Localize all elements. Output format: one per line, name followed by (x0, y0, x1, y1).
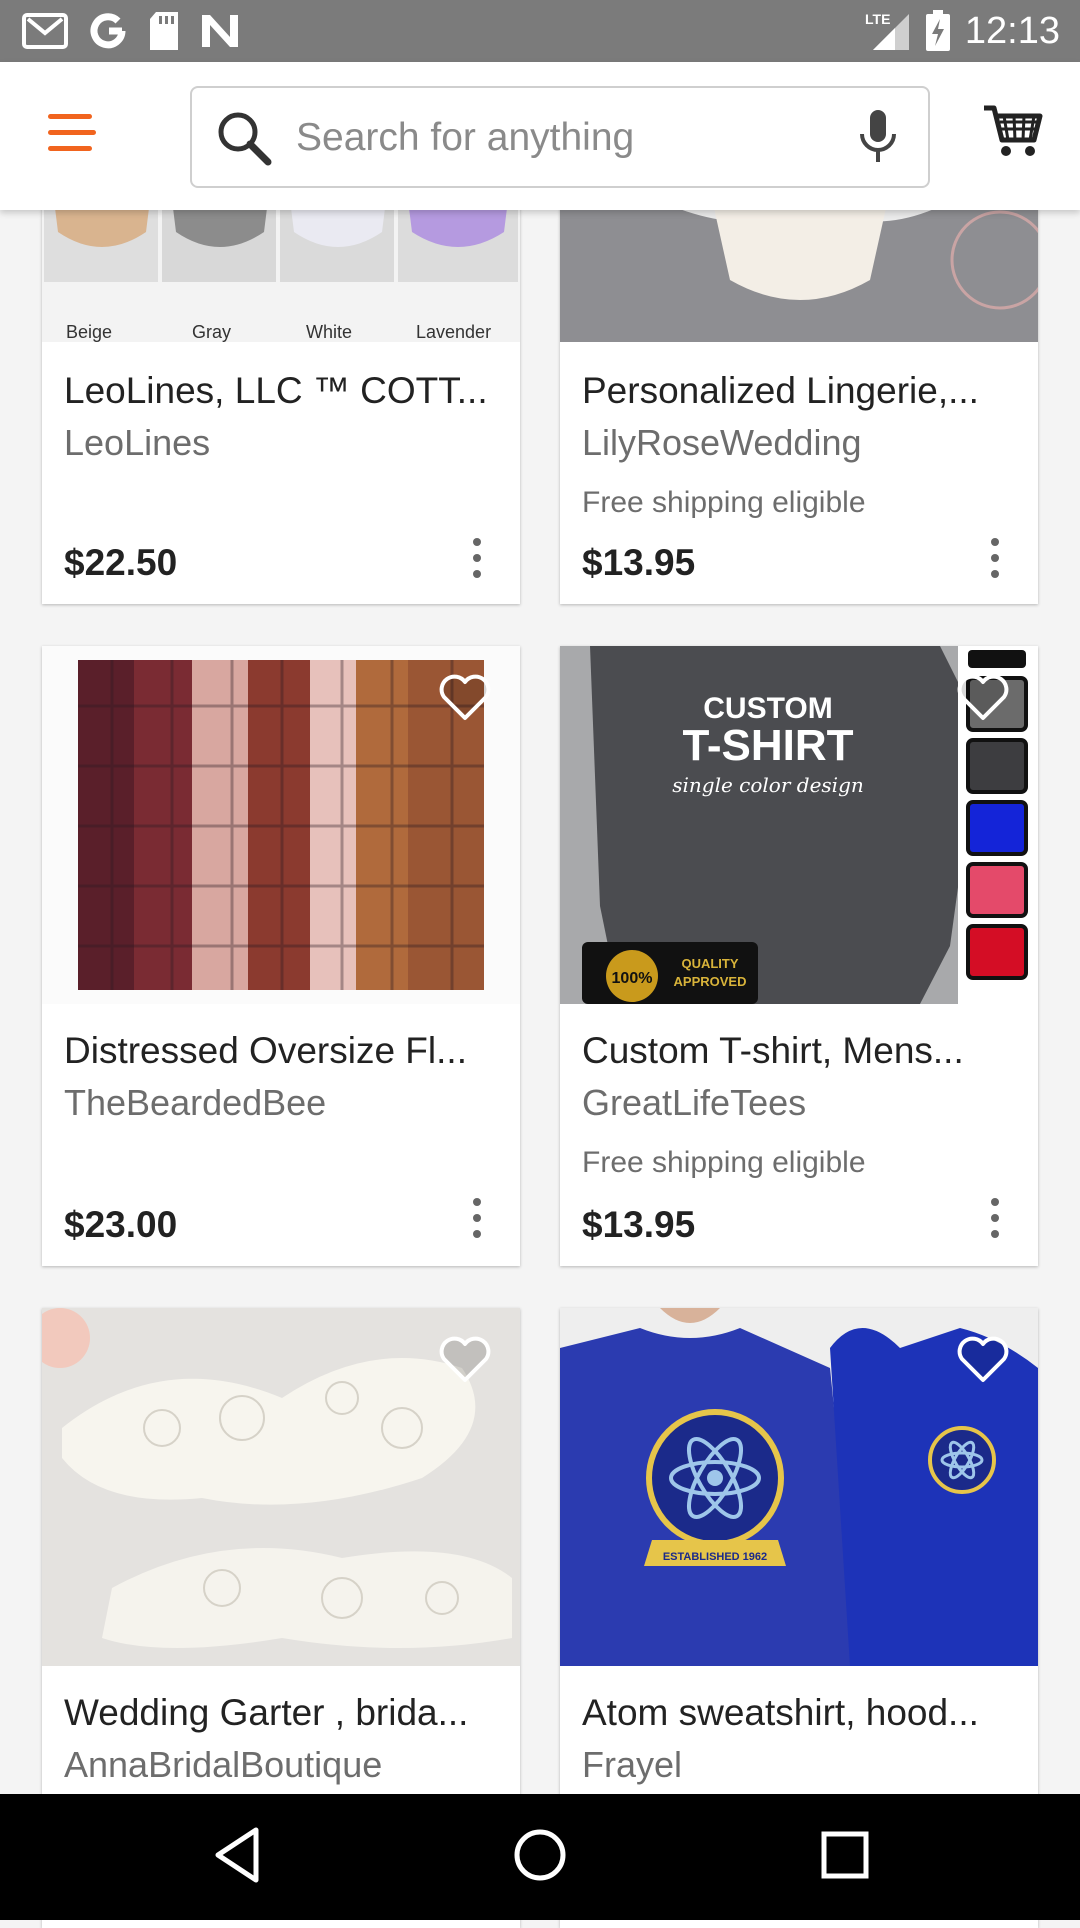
listing-card[interactable]: Beige Gray White Lavender LeoLines, LLC … (42, 170, 520, 604)
more-options-icon[interactable] (988, 538, 1002, 578)
gmail-icon (22, 13, 68, 49)
svg-text:LTE: LTE (865, 11, 890, 27)
favorite-heart-icon[interactable] (956, 674, 1010, 722)
listing-title[interactable]: Wedding Garter , brida... (64, 1692, 504, 1734)
recents-icon[interactable] (820, 1826, 870, 1884)
svg-text:White: White (306, 322, 352, 342)
search-icon (218, 112, 272, 166)
signal-icon: LTE (865, 11, 909, 50)
shipping-note: Free shipping eligible (582, 486, 866, 519)
battery-charging-icon (925, 10, 950, 51)
shop-name: AnnaBridalBoutique (64, 1744, 383, 1785)
shipping-note: Free shipping eligible (582, 1146, 866, 1179)
google-icon (90, 13, 126, 49)
system-navigation-bar (0, 1794, 1080, 1920)
notification-icons (22, 10, 240, 52)
hamburger-menu-icon[interactable] (44, 110, 104, 158)
app-bar (0, 62, 1080, 210)
microphone-icon[interactable] (858, 108, 898, 168)
listing-title[interactable]: Atom sweatshirt, hood... (582, 1692, 1022, 1734)
listing-price: $13.95 (582, 1204, 696, 1245)
svg-text:Gray: Gray (192, 322, 231, 342)
listing-title[interactable]: Distressed Oversize Fl... (64, 1030, 504, 1072)
svg-text:QUALITY: QUALITY (681, 956, 738, 971)
shopping-cart-icon[interactable] (982, 102, 1044, 160)
listing-price: $23.00 (64, 1204, 178, 1245)
sd-card-icon (150, 12, 178, 50)
listing-image[interactable] (42, 646, 520, 1004)
listing-title[interactable]: LeoLines, LLC ™ COTT... (64, 370, 504, 412)
shop-name: LilyRoseWedding (582, 422, 862, 463)
svg-text:APPROVED: APPROVED (674, 974, 747, 989)
status-bar: LTE 12:13 (0, 0, 1080, 62)
listing-card[interactable]: Personalized Lingerie,... LilyRoseWeddin… (560, 170, 1038, 604)
svg-text:ESTABLISHED 1962: ESTABLISHED 1962 (663, 1551, 767, 1563)
svg-text:100%: 100% (612, 970, 653, 987)
more-options-icon[interactable] (470, 1198, 484, 1238)
svg-text:Beige: Beige (66, 322, 112, 342)
shop-name: TheBeardedBee (64, 1082, 327, 1123)
listing-price: $13.95 (582, 542, 696, 583)
clock: 12:13 (964, 9, 1060, 52)
listing-image[interactable] (42, 1308, 520, 1666)
more-options-icon[interactable] (470, 538, 484, 578)
listing-title[interactable]: Custom T-shirt, Mens... (582, 1030, 1022, 1072)
n-icon (202, 15, 238, 47)
svg-text:single color design: single color design (672, 773, 864, 797)
svg-text:Lavender: Lavender (416, 322, 491, 342)
search-input[interactable] (294, 102, 818, 174)
shop-name: LeoLines (64, 422, 211, 463)
listing-image[interactable]: ESTABLISHED 1962 (560, 1308, 1038, 1666)
home-icon[interactable] (512, 1826, 568, 1884)
favorite-heart-icon[interactable] (438, 1336, 492, 1384)
listing-card[interactable]: Distressed Oversize Fl... TheBeardedBee … (42, 646, 520, 1266)
shop-name: Frayel (582, 1744, 683, 1785)
listing-title[interactable]: Personalized Lingerie,... (582, 370, 1022, 412)
listing-card[interactable]: CUSTOM T-SHIRT single color design 100% … (560, 646, 1038, 1266)
svg-text:T-SHIRT: T-SHIRT (682, 721, 853, 770)
search-bar[interactable] (190, 86, 930, 188)
back-icon[interactable] (212, 1826, 262, 1884)
favorite-heart-icon[interactable] (438, 674, 492, 722)
system-icons: LTE 12:13 (865, 8, 1060, 54)
shop-name: GreatLifeTees (582, 1082, 807, 1123)
listing-image[interactable]: CUSTOM T-SHIRT single color design 100% … (560, 646, 1038, 1004)
listing-price: $22.50 (64, 542, 178, 583)
more-options-icon[interactable] (988, 1198, 1002, 1238)
favorite-heart-icon[interactable] (956, 1336, 1010, 1384)
